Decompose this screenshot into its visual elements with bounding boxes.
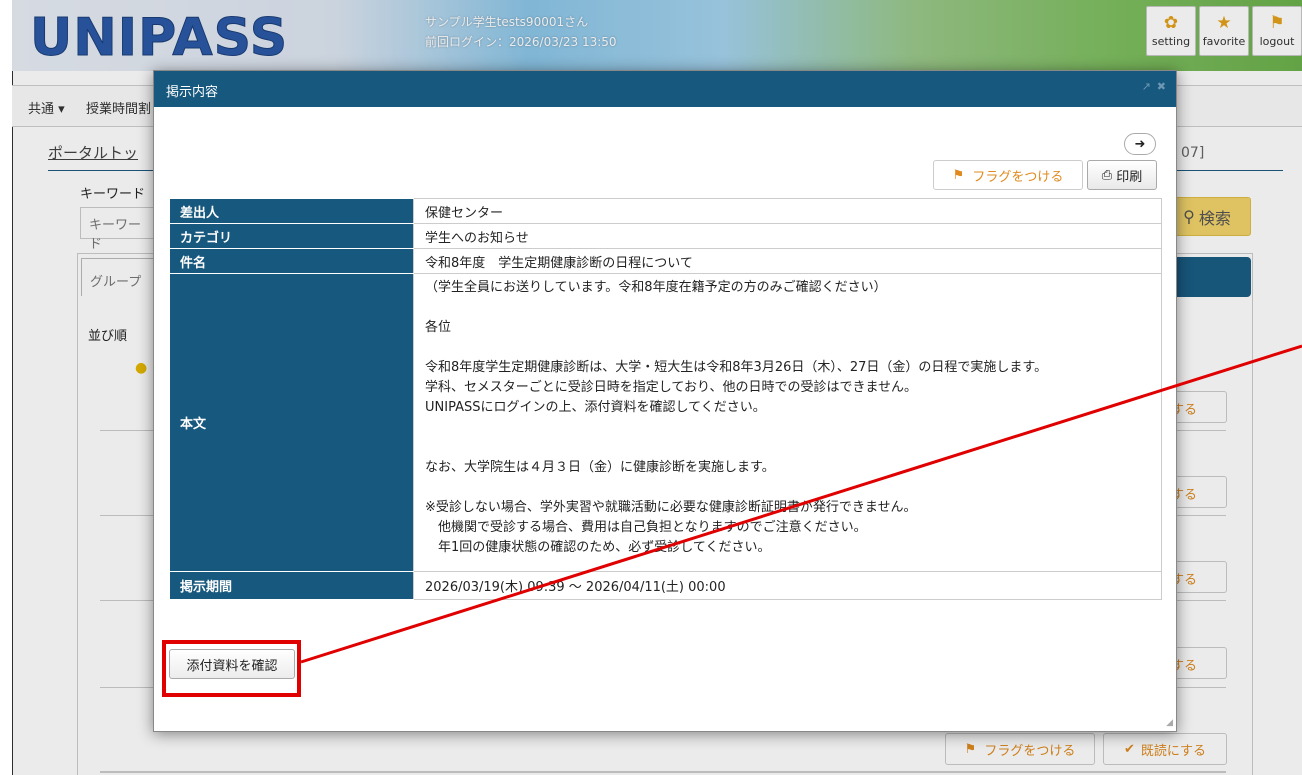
category-value: 学生へのお知らせ (413, 223, 1162, 249)
body-line: 年1回の健康状態の確認のため、必ず受診してください。 (425, 540, 771, 555)
resize-grip-icon[interactable]: ◢ (1166, 718, 1173, 728)
flag-icon: ⚑ (952, 167, 965, 183)
sender-value: 保健センター (413, 198, 1162, 224)
next-arrow-button[interactable]: ➜ (1124, 133, 1156, 155)
close-icon[interactable]: ✖ (1157, 80, 1166, 93)
body-label: 本文 (169, 273, 414, 572)
modal-title: 掲示内容 (166, 85, 219, 100)
table-row: 掲示期間 2026/03/19(木) 09:39 ～ 2026/04/11(土)… (169, 571, 1162, 600)
notice-table: 差出人 保健センター カテゴリ 学生へのお知らせ 件名 令和8年度 学生定期健康… (169, 198, 1162, 600)
table-row: 差出人 保健センター (169, 198, 1162, 224)
modal-controls: ↗ ✖ (1142, 80, 1166, 93)
highlight-box (162, 640, 301, 697)
body-line: 他機関で受診する場合、費用は自己負担となりますのでご注意ください。 (425, 520, 867, 535)
body-line (425, 438, 1150, 458)
body-line (425, 338, 1150, 358)
popout-icon[interactable]: ↗ (1142, 80, 1151, 93)
body-line: 令和8年度学生定期健康診断は、大学・短大生は令和8年3月26日（木）、27日（金… (425, 360, 1048, 375)
period-label: 掲示期間 (169, 571, 414, 600)
body-line (425, 418, 1150, 438)
body-line: 各位 (425, 320, 452, 335)
arrow-right-icon: ➜ (1134, 136, 1146, 152)
body-line: UNIPASSにログインの上、添付資料を確認してください。 (425, 400, 766, 415)
print-label: 印刷 (1116, 169, 1143, 185)
body-value: （学生全員にお送りしています。令和8年度在籍予定の方のみご確認ください） 各位 … (413, 273, 1162, 572)
table-row: カテゴリ 学生へのお知らせ (169, 223, 1162, 249)
print-button[interactable]: ⎙ 印刷 (1087, 160, 1157, 190)
notice-modal: 掲示内容 ↗ ✖ ➜ ⚑ フラグをつける ⎙ 印刷 差出人 保健センター カテゴ… (153, 70, 1177, 732)
body-line: なお、大学院生は４月３日（金）に健康診断を実施します。 (425, 460, 775, 475)
flag-label: フラグをつける (972, 169, 1064, 185)
period-value: 2026/03/19(木) 09:39 ～ 2026/04/11(土) 00:0… (413, 571, 1162, 600)
flag-button[interactable]: ⚑ フラグをつける (933, 160, 1083, 190)
subject-label: 件名 (169, 248, 414, 274)
modal-titlebar[interactable]: 掲示内容 ↗ ✖ (154, 71, 1176, 107)
body-line: ※受診しない場合、学外実習や就職活動に必要な健康診断証明書が発行できません。 (425, 500, 917, 515)
printer-icon: ⎙ (1101, 167, 1113, 183)
sender-label: 差出人 (169, 198, 414, 224)
body-line: 学科、セメスターごとに受診日時を指定しており、他の日時での受診はできません。 (425, 380, 918, 395)
body-line (425, 478, 1150, 498)
subject-value: 令和8年度 学生定期健康診断の日程について (413, 248, 1162, 274)
body-line (425, 298, 1150, 318)
table-row: 本文 （学生全員にお送りしています。令和8年度在籍予定の方のみご確認ください） … (169, 273, 1162, 572)
category-label: カテゴリ (169, 223, 414, 249)
table-row: 件名 令和8年度 学生定期健康診断の日程について (169, 248, 1162, 274)
body-line: （学生全員にお送りしています。令和8年度在籍予定の方のみご確認ください） (425, 280, 887, 295)
